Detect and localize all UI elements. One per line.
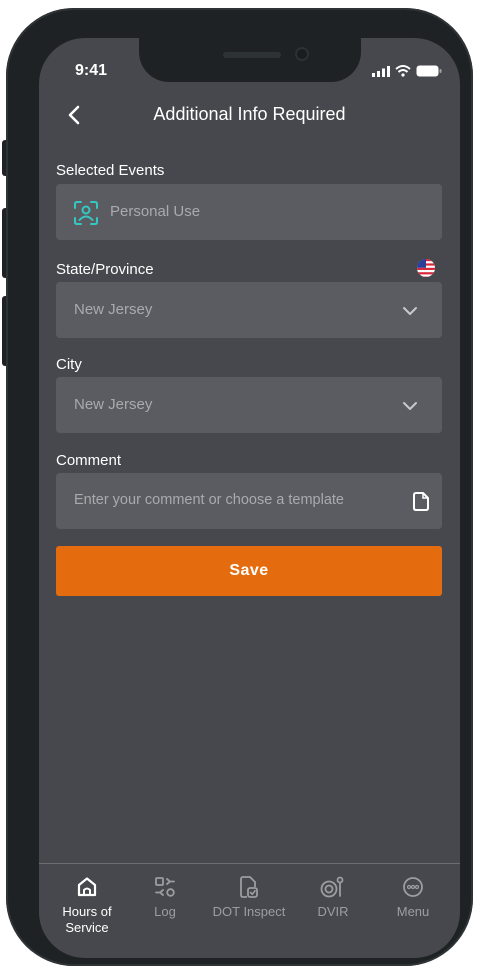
dot-inspect-icon — [240, 876, 258, 898]
battery-icon — [416, 65, 442, 77]
city-label: City — [56, 356, 82, 373]
log-icon — [155, 877, 175, 897]
page-title: Additional Info Required — [153, 104, 346, 124]
state-province-value: New Jersey — [74, 301, 153, 318]
front-camera — [295, 47, 309, 61]
tab-label: DVIR — [317, 904, 349, 919]
city-select[interactable]: New Jersey — [56, 377, 442, 433]
template-icon[interactable] — [412, 491, 430, 512]
tab-log[interactable]: Log — [125, 874, 205, 920]
bottom-tab-bar: Hours of Service Log DOT Inspect DVIR Me… — [39, 863, 460, 958]
selected-event-value: Personal Use — [110, 203, 201, 220]
wifi-icon — [395, 65, 411, 77]
state-province-label: State/Province — [56, 261, 154, 278]
comment-label: Comment — [56, 452, 122, 469]
comment-placeholder: Enter your comment or choose a template — [74, 492, 344, 508]
tab-dot-inspect[interactable]: DOT Inspect — [209, 874, 289, 920]
phone-frame: 9:41 Additional Info Required Selected E… — [6, 8, 473, 966]
comment-field[interactable]: Enter your comment or choose a template — [56, 473, 442, 529]
chevron-down-icon — [403, 402, 417, 410]
home-icon — [77, 877, 97, 897]
us-flag-icon[interactable] — [416, 258, 436, 278]
notch — [139, 38, 361, 82]
tab-hours-of-service[interactable]: Hours of Service — [47, 874, 127, 936]
speaker — [223, 52, 281, 58]
status-icons — [372, 65, 442, 77]
menu-more-icon — [403, 877, 423, 897]
screen: 9:41 Additional Info Required Selected E… — [39, 38, 460, 958]
tab-label: Log — [154, 904, 176, 919]
tab-label: DOT Inspect — [212, 904, 286, 919]
app-header: Additional Info Required — [39, 98, 460, 132]
selected-events-label: Selected Events — [56, 162, 165, 179]
signal-icon — [372, 65, 390, 77]
city-value: New Jersey — [74, 396, 153, 413]
personal-use-icon — [74, 201, 98, 225]
tab-label: Hours of Service — [62, 904, 112, 935]
tab-label: Menu — [396, 904, 430, 919]
tab-menu[interactable]: Menu — [373, 874, 453, 920]
selected-event-field: Personal Use — [56, 184, 442, 240]
state-province-select[interactable]: New Jersey — [56, 282, 442, 338]
chevron-down-icon — [403, 307, 417, 315]
status-time: 9:41 — [75, 62, 108, 79]
tab-dvir[interactable]: DVIR — [293, 874, 373, 920]
save-button[interactable]: Save — [56, 546, 442, 596]
dvir-icon — [320, 876, 344, 898]
